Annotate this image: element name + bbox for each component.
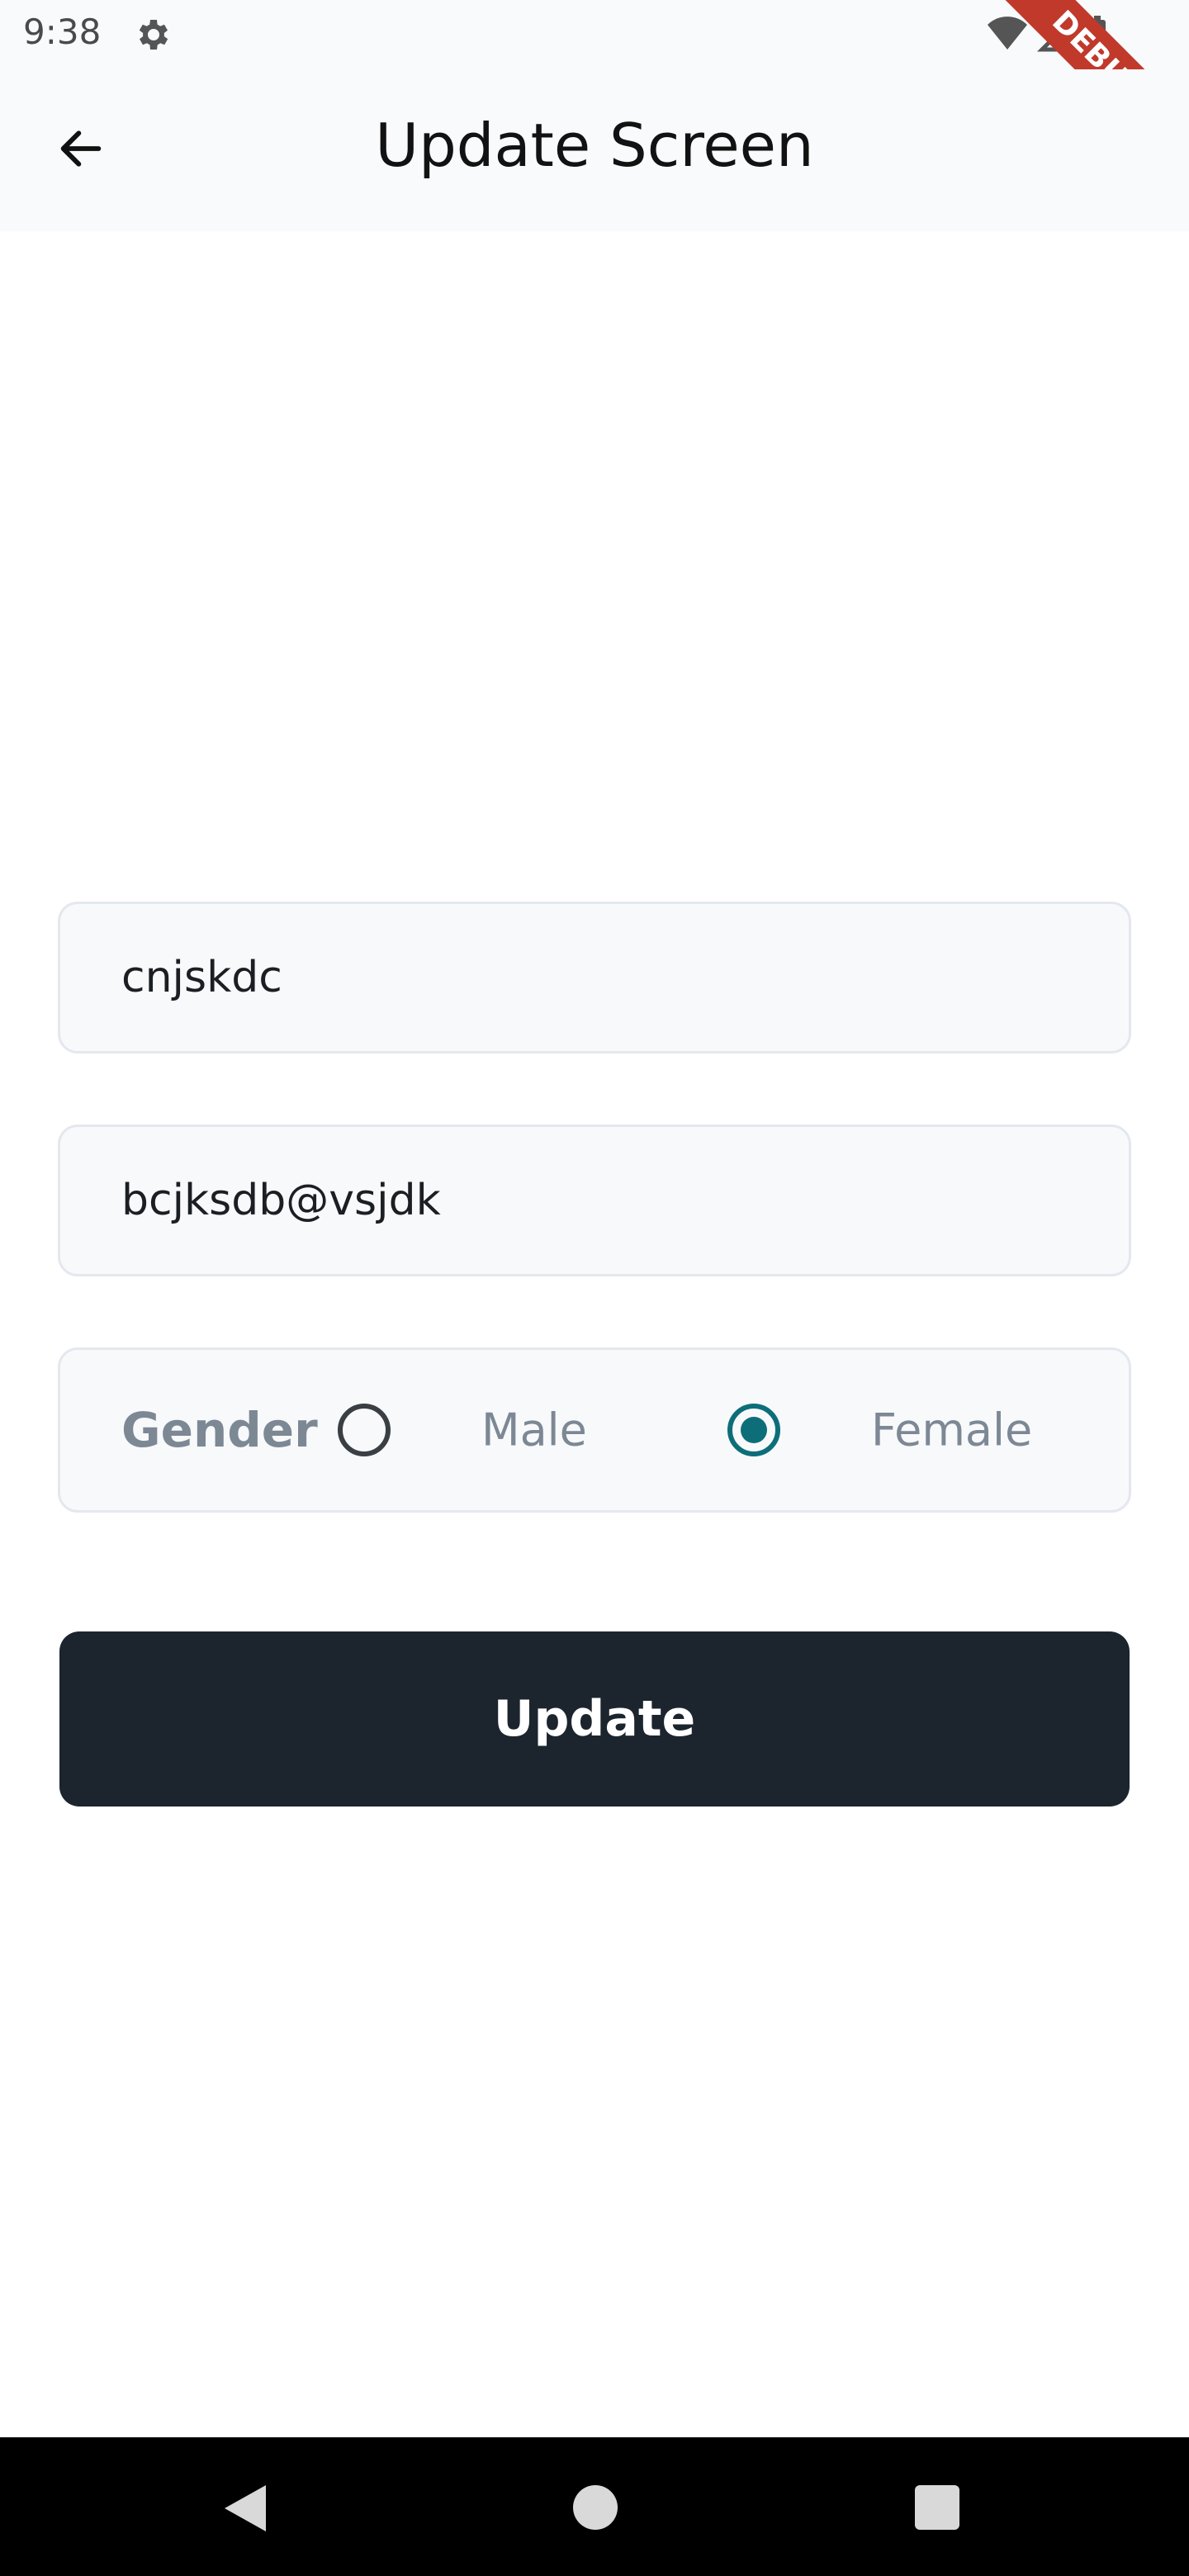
email-field-value: bcjksdb@vsjdk [121, 1176, 441, 1225]
update-button[interactable]: Update [59, 1631, 1130, 1807]
wifi-icon [988, 17, 1027, 50]
nav-back-icon[interactable] [225, 2485, 266, 2531]
female-label[interactable]: Female [871, 1404, 1032, 1456]
status-time: 9:38 [23, 12, 102, 52]
gender-radio-group: Gender Male Female [58, 1347, 1131, 1513]
name-field-value: cnjskdc [121, 953, 282, 1002]
nav-recents-icon[interactable] [915, 2485, 959, 2530]
male-label[interactable]: Male [481, 1404, 587, 1456]
gender-label: Gender [121, 1402, 318, 1458]
male-radio[interactable] [338, 1404, 391, 1456]
name-field[interactable]: cnjskdc [58, 902, 1131, 1054]
status-bar: 9:38 [0, 0, 1189, 69]
female-radio[interactable] [727, 1404, 780, 1456]
email-field[interactable]: bcjksdb@vsjdk [58, 1125, 1131, 1276]
settings-gear-icon [139, 20, 168, 50]
page-title: Update Screen [375, 111, 814, 180]
nav-home-icon[interactable] [573, 2485, 618, 2530]
